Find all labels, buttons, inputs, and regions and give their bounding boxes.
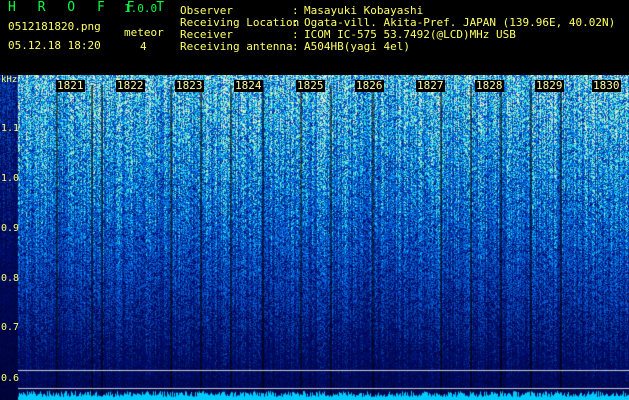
minute-label-1825: 1825 [296, 79, 325, 92]
y-tick-0-7: 0.7 [1, 322, 20, 333]
minute-label-1827: 1827 [416, 79, 445, 92]
minute-label-1826: 1826 [355, 79, 384, 92]
antenna-label: Receiving antenna [180, 40, 293, 53]
timestamp: 05.12.18 18:20 [8, 39, 101, 52]
antenna-value: A504HB(yagi 4el) [304, 40, 410, 53]
minute-label-1821: 1821 [56, 79, 85, 92]
minute-label-1830: 1830 [592, 79, 621, 92]
antenna-colon: : [292, 40, 299, 53]
y-tick-1-1: 1.1 [1, 123, 20, 134]
file-name: 0512181820.png [8, 20, 101, 33]
y-tick-0-9: 0.9 [1, 223, 20, 234]
y-tick-0-8: 0.8 [1, 273, 20, 284]
minute-label-1824: 1824 [234, 79, 263, 92]
minute-label-1822: 1822 [116, 79, 145, 92]
minute-label-1829: 1829 [535, 79, 564, 92]
spectrogram-canvas [0, 75, 629, 400]
frequency-unit-label: kHz [1, 75, 18, 85]
minute-label-1828: 1828 [475, 79, 504, 92]
y-tick-0-6: 0.6 [1, 373, 20, 384]
app-version: 1.0.0 [124, 2, 158, 15]
meteor-label: meteor [124, 26, 164, 39]
meteor-count: 4 [140, 40, 147, 53]
y-tick-1-0: 1.0 [1, 173, 20, 184]
minute-label-1823: 1823 [175, 79, 204, 92]
